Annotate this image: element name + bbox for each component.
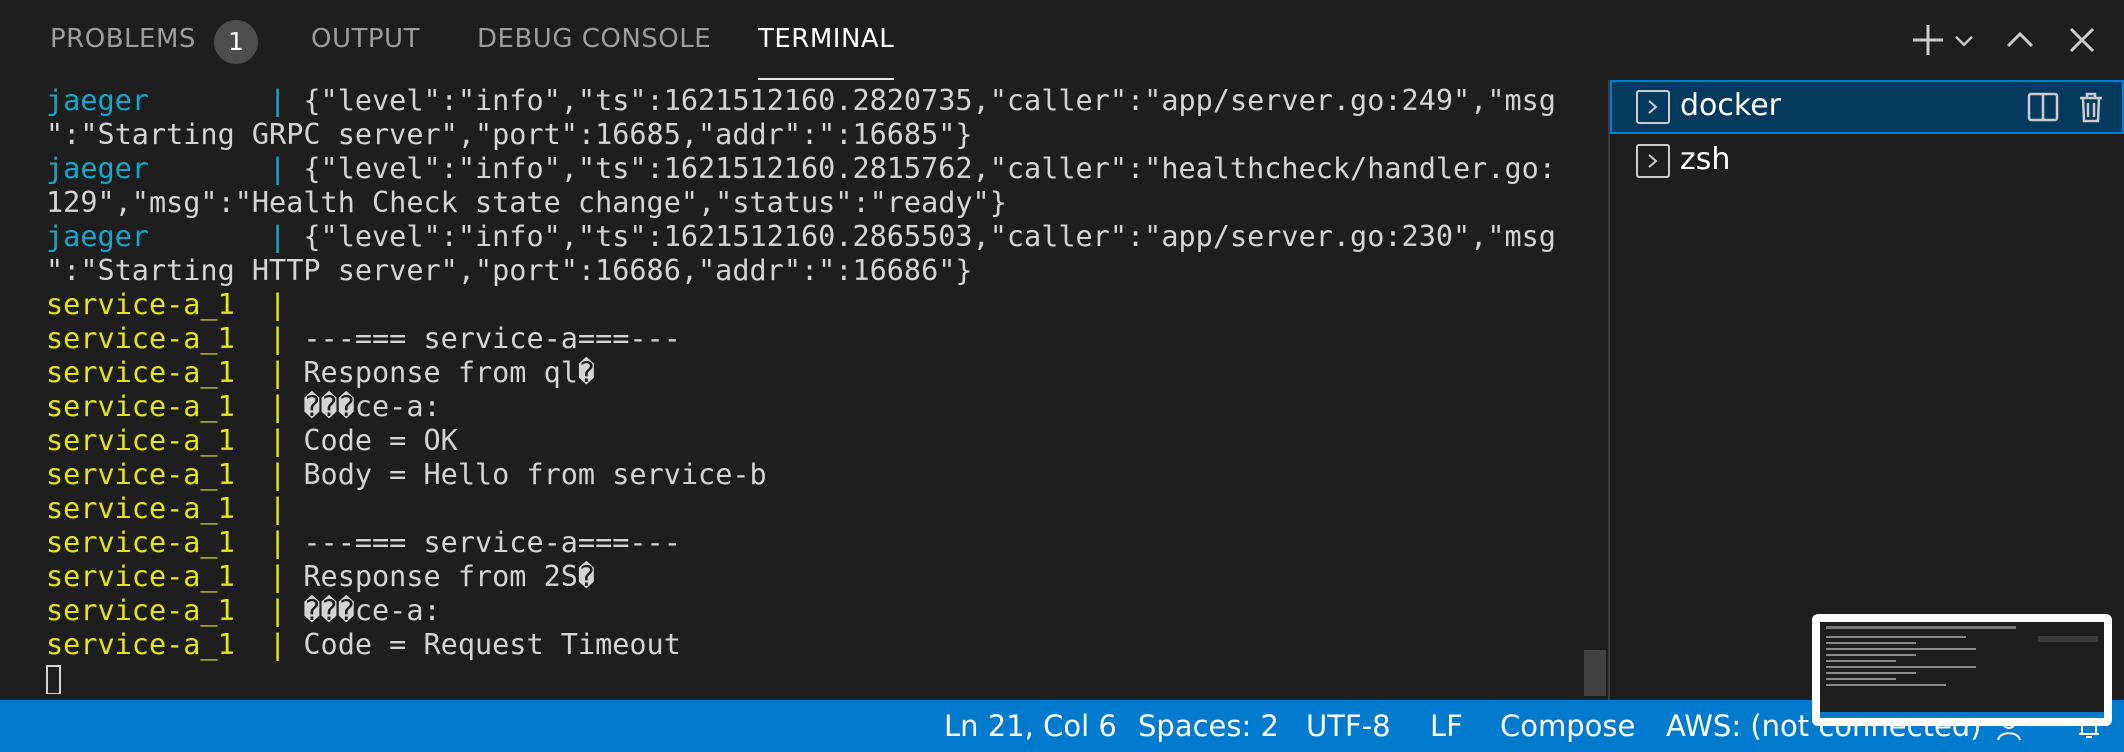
terminal-line: jaeger | {"level":"info","ts":1621512160…: [46, 152, 1586, 186]
terminal-item-label: docker: [1680, 88, 1781, 123]
status-encoding[interactable]: UTF-8: [1306, 709, 1391, 743]
terminal-prompt-line: [46, 662, 1586, 694]
terminal-line-text: Body = Hello from service-b: [303, 458, 767, 491]
plus-icon[interactable]: [1908, 20, 1948, 60]
thumbnail-line: [1826, 636, 1966, 638]
thumbnail-line: [1826, 672, 1916, 674]
terminal-line: service-a_1 |: [46, 288, 1586, 322]
screenshot-thumbnail[interactable]: [1812, 614, 2112, 726]
tab-problems-label: PROBLEMS: [50, 24, 196, 54]
terminal-item-zsh[interactable]: zsh: [1610, 134, 2124, 188]
thumbnail-line: [1826, 684, 1946, 686]
trash-icon[interactable]: [2072, 88, 2110, 126]
terminal-line: jaeger | {"level":"info","ts":1621512160…: [46, 84, 1586, 118]
terminal-line-text: ���ce-a:: [303, 594, 441, 627]
terminal-line: ":"Starting GRPC server","port":16685,"a…: [46, 118, 1586, 152]
terminal-line: service-a_1 | Response from 2S�: [46, 560, 1586, 594]
terminal-item-label: zsh: [1680, 142, 1731, 177]
terminal-line-text: {"level":"info","ts":1621512160.2820735,…: [303, 84, 1556, 117]
thumbnail-line: [1826, 666, 1976, 668]
terminal-line-text: {"level":"info","ts":1621512160.2865503,…: [303, 220, 1556, 253]
terminal-line-prefix: service-a_1 |: [46, 390, 304, 423]
terminal-line-prefix: service-a_1 |: [46, 356, 304, 389]
tab-terminal-label: TERMINAL: [758, 24, 895, 54]
terminal-line: service-a_1 | ���ce-a:: [46, 594, 1586, 628]
terminal-line: service-a_1 | Code = Request Timeout: [46, 628, 1586, 662]
terminal-line-prefix: service-a_1 |: [46, 560, 304, 593]
terminal-line: service-a_1 | ���ce-a:: [46, 390, 1586, 424]
terminal-icon: [1636, 90, 1670, 124]
chevron-down-icon[interactable]: [1948, 20, 1980, 60]
thumbnail-statusbar: [1820, 712, 2104, 718]
terminal-line-text: Code = Request Timeout: [303, 628, 681, 661]
thumbnail-line: [1826, 654, 1916, 656]
tab-output[interactable]: OUTPUT: [311, 24, 420, 80]
thumbnail-sidebar: [2038, 636, 2098, 642]
thumbnail-line: [1826, 678, 1896, 680]
terminal-line-text: ���ce-a:: [303, 390, 441, 423]
terminal-line: service-a_1 | ---=== service-a===---: [46, 322, 1586, 356]
status-cursor-position[interactable]: Ln 21, Col 6: [944, 709, 1117, 743]
close-icon[interactable]: [2062, 20, 2102, 60]
terminal-line-prefix: jaeger |: [46, 152, 304, 185]
terminal-line-prefix: service-a_1 |: [46, 594, 304, 627]
terminal-line-text: {"level":"info","ts":1621512160.2815762,…: [303, 152, 1556, 185]
terminal-line: service-a_1 | Body = Hello from service-…: [46, 458, 1586, 492]
terminal-line-prefix: service-a_1 |: [46, 526, 304, 559]
terminal-line-text: ":"Starting GRPC server","port":16685,"a…: [46, 118, 973, 151]
terminal-line-prefix: jaeger |: [46, 220, 304, 253]
problems-count-badge: 1: [214, 20, 258, 64]
terminal-line: 129","msg":"Health Check state change","…: [46, 186, 1586, 220]
terminal-item-docker[interactable]: docker: [1610, 80, 2124, 134]
terminal-scrollbar-thumb[interactable]: [1584, 650, 1606, 696]
terminal-line-text: ---=== service-a===---: [303, 526, 681, 559]
terminal-line-prefix: service-a_1 |: [46, 424, 304, 457]
terminal-line-text: Response from ql�: [303, 356, 596, 389]
terminal-line: ":"Starting HTTP server","port":16686,"a…: [46, 254, 1586, 288]
terminal-list: docker zsh: [1610, 80, 2124, 700]
terminal-line-text: Code = OK: [303, 424, 458, 457]
terminal-line-text: Response from 2S�: [303, 560, 596, 593]
terminal-cursor: [46, 665, 61, 694]
status-eol[interactable]: LF: [1430, 709, 1463, 743]
tab-terminal[interactable]: TERMINAL: [758, 24, 895, 80]
terminal-line-prefix: jaeger |: [46, 84, 304, 117]
status-language-mode[interactable]: Compose: [1500, 709, 1635, 743]
terminal-line-text: ":"Starting HTTP server","port":16686,"a…: [46, 254, 973, 287]
thumbnail-tabbar: [1826, 626, 2016, 629]
tab-problems[interactable]: PROBLEMS: [50, 24, 196, 80]
terminal-icon: [1636, 144, 1670, 178]
status-bar: Ln 21, Col 6 Spaces: 2 UTF-8 LF Compose …: [0, 700, 2124, 752]
terminal-line-prefix: service-a_1 |: [46, 628, 304, 661]
chevron-up-icon[interactable]: [2000, 20, 2040, 60]
terminal-line-prefix: service-a_1 |: [46, 458, 304, 491]
tab-debug-console[interactable]: DEBUG CONSOLE: [477, 24, 711, 80]
terminal-output[interactable]: jaeger | {"level":"info","ts":1621512160…: [46, 84, 1586, 694]
tab-debug-console-label: DEBUG CONSOLE: [477, 24, 712, 54]
terminal-line: service-a_1 | Response from ql�: [46, 356, 1586, 390]
terminal-line: service-a_1 | ---=== service-a===---: [46, 526, 1586, 560]
terminal-line: service-a_1 |: [46, 492, 1586, 526]
terminal-line-prefix: service-a_1 |: [46, 288, 304, 321]
panel-tab-bar: PROBLEMS 1 OUTPUT DEBUG CONSOLE TERMINAL: [0, 0, 2124, 80]
tab-output-label: OUTPUT: [311, 24, 420, 54]
terminal-line-prefix: service-a_1 |: [46, 492, 304, 525]
terminal-line: jaeger | {"level":"info","ts":1621512160…: [46, 220, 1586, 254]
terminal-line-text: ---=== service-a===---: [303, 322, 681, 355]
thumbnail-line: [1826, 660, 1896, 662]
thumbnail-line: [1826, 642, 1916, 644]
terminal-line-prefix: service-a_1 |: [46, 322, 304, 355]
status-indentation[interactable]: Spaces: 2: [1138, 709, 1279, 743]
terminal-line: service-a_1 | Code = OK: [46, 424, 1586, 458]
thumbnail-line: [1826, 648, 1976, 650]
terminal-line-text: 129","msg":"Health Check state change","…: [46, 186, 1007, 219]
split-terminal-icon[interactable]: [2024, 88, 2062, 126]
